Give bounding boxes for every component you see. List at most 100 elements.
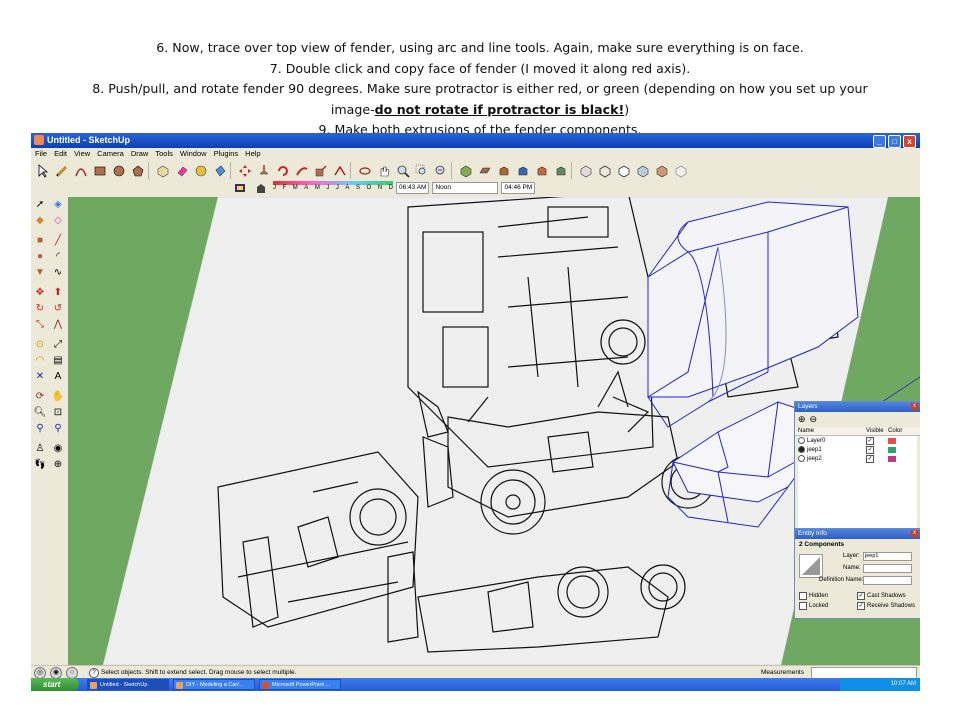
right-view-icon[interactable] — [514, 162, 531, 179]
layers-close-icon[interactable]: x — [911, 403, 918, 410]
back-view-icon[interactable] — [533, 162, 550, 179]
offset-icon[interactable]: ⋀ — [50, 317, 66, 332]
layer-color-swatch[interactable] — [888, 455, 896, 462]
arc-icon[interactable]: ◜ — [50, 249, 66, 264]
move-icon[interactable]: ✥ — [32, 285, 48, 300]
section-plane-icon[interactable]: ⊕ — [50, 457, 66, 472]
left-view-icon[interactable] — [552, 162, 569, 179]
component-name-input[interactable] — [863, 564, 912, 573]
scale-tool-icon[interactable] — [312, 162, 329, 179]
taskbar-item-sketchup[interactable]: Untitled - SketchUp — [87, 679, 169, 690]
add-layer-button[interactable]: ⊕ — [798, 414, 806, 425]
active-layer-radio[interactable] — [798, 455, 805, 462]
select-icon[interactable]: ➚ — [32, 197, 48, 212]
pencil-line-icon[interactable] — [53, 162, 70, 179]
circle-icon[interactable]: ● — [32, 249, 48, 264]
textured-style-icon[interactable] — [653, 162, 670, 179]
definition-name-input[interactable] — [863, 576, 912, 585]
menu-plugins[interactable]: Plugins — [214, 148, 239, 160]
menu-tools[interactable]: Tools — [155, 148, 173, 160]
xray-style-icon[interactable] — [577, 162, 594, 179]
modeling-viewport[interactable]: Layers x ⊕ ⊖ Name Visible Color Layer0 ✓ … — [68, 197, 920, 665]
layer-select[interactable]: jeep1 — [863, 552, 912, 561]
push-pull-icon[interactable] — [255, 162, 272, 179]
previous-view-icon[interactable]: ⚲ — [32, 421, 48, 436]
shadow-time-slider[interactable]: Noon — [432, 182, 499, 194]
paint-icon[interactable]: ◆ — [32, 213, 48, 228]
hidden-checkbox[interactable] — [799, 592, 807, 600]
layer-visible-checkbox[interactable]: ✓ — [866, 445, 874, 454]
followme-icon[interactable]: ↺ — [50, 301, 66, 316]
active-layer-radio[interactable] — [798, 446, 805, 453]
rectangle-icon[interactable]: ■ — [32, 233, 48, 248]
instructor-help-icon[interactable]: ? — [89, 668, 99, 678]
zoom-extents-icon[interactable] — [432, 162, 449, 179]
shadow-date-slider[interactable]: J F M A M J J A S O N D 06:43 AM Noon 04… — [273, 181, 536, 195]
pan-tool-icon[interactable] — [375, 162, 392, 179]
locked-checkbox[interactable] — [799, 602, 807, 610]
menu-camera[interactable]: Camera — [97, 148, 124, 160]
zoom-tool-icon[interactable] — [394, 162, 411, 179]
rotate-tool-icon[interactable] — [274, 162, 291, 179]
layer-visible-checkbox[interactable]: ✓ — [866, 436, 874, 445]
menu-window[interactable]: Window — [180, 148, 207, 160]
next-view-icon[interactable]: ⚲ — [50, 421, 66, 436]
dimension-icon[interactable]: ⤢ — [50, 337, 66, 352]
cast-shadows-checkbox[interactable]: ✓ — [857, 592, 865, 600]
receive-shadows-checkbox[interactable]: ✓ — [857, 602, 865, 610]
top-view-icon[interactable] — [476, 162, 493, 179]
tape-measure-icon[interactable] — [192, 162, 209, 179]
tape-icon[interactable]: ⊙ — [32, 337, 48, 352]
layer-row[interactable]: Layer0 ✓ — [798, 436, 917, 445]
layer-row[interactable]: jeep2 ✓ — [798, 454, 917, 463]
rotate-icon[interactable]: ↻ — [32, 301, 48, 316]
front-view-icon[interactable] — [495, 162, 512, 179]
zoom-icon[interactable]: 🔍︎ — [32, 405, 48, 420]
close-button[interactable]: x — [903, 135, 916, 148]
layer-color-swatch[interactable] — [888, 437, 896, 444]
polygon-icon[interactable]: ▼ — [32, 265, 48, 280]
orbit-icon[interactable]: ⟳ — [32, 389, 48, 404]
delete-layer-button[interactable]: ⊖ — [810, 414, 818, 425]
polygon-tool-icon[interactable] — [129, 162, 146, 179]
make-component-icon[interactable] — [154, 162, 171, 179]
scale-icon[interactable]: ⤡ — [32, 317, 48, 332]
look-around-icon[interactable]: ◉ — [50, 441, 66, 456]
layer-row[interactable]: jeep1 ✓ — [798, 445, 917, 454]
eraser-tool-icon[interactable] — [173, 162, 190, 179]
offset-tool-icon[interactable] — [331, 162, 348, 179]
iso-view-icon[interactable] — [457, 162, 474, 179]
start-button[interactable]: start — [31, 678, 79, 691]
monochrome-style-icon[interactable] — [672, 162, 689, 179]
minimize-button[interactable]: _ — [873, 135, 886, 148]
menu-draw[interactable]: Draw — [131, 148, 149, 160]
hidden-line-style-icon[interactable] — [615, 162, 632, 179]
taskbar-item-browser[interactable]: DIY - Modeling a Car/... — [173, 679, 255, 690]
taskbar-item-powerpoint[interactable]: Microsoft PowerPoint ... — [259, 679, 341, 690]
line-icon[interactable]: ╱ — [50, 233, 66, 248]
wireframe-style-icon[interactable] — [596, 162, 613, 179]
protractor-icon[interactable]: ◠ — [32, 353, 48, 368]
active-layer-radio[interactable] — [798, 437, 805, 444]
move-tool-icon[interactable] — [236, 162, 253, 179]
component-icon[interactable]: ◈ — [50, 197, 66, 212]
circle-tool-icon[interactable] — [110, 162, 127, 179]
window-titlebar[interactable]: Untitled - SketchUp _ □ x — [31, 133, 920, 148]
position-camera-icon[interactable]: ♙ — [32, 441, 48, 456]
3d-text-icon[interactable]: A — [50, 369, 66, 384]
layer-visible-checkbox[interactable]: ✓ — [866, 454, 874, 463]
display-shadows-icon[interactable] — [252, 180, 269, 197]
layer-color-swatch[interactable] — [888, 446, 896, 453]
eraser-icon[interactable]: ◇ — [50, 213, 66, 228]
select-tool-icon[interactable] — [34, 162, 51, 179]
menu-help[interactable]: Help — [245, 148, 260, 160]
axes-icon[interactable]: ✕ — [32, 369, 48, 384]
text-icon[interactable]: ▤ — [50, 353, 66, 368]
shaded-style-icon[interactable] — [634, 162, 651, 179]
arc-tool-icon[interactable] — [72, 162, 89, 179]
pushpull-icon[interactable]: ⬆ — [50, 285, 66, 300]
pan-icon[interactable]: ✋ — [50, 389, 66, 404]
follow-me-icon[interactable] — [293, 162, 310, 179]
orbit-tool-icon[interactable] — [356, 162, 373, 179]
freehand-icon[interactable]: ∿ — [50, 265, 66, 280]
